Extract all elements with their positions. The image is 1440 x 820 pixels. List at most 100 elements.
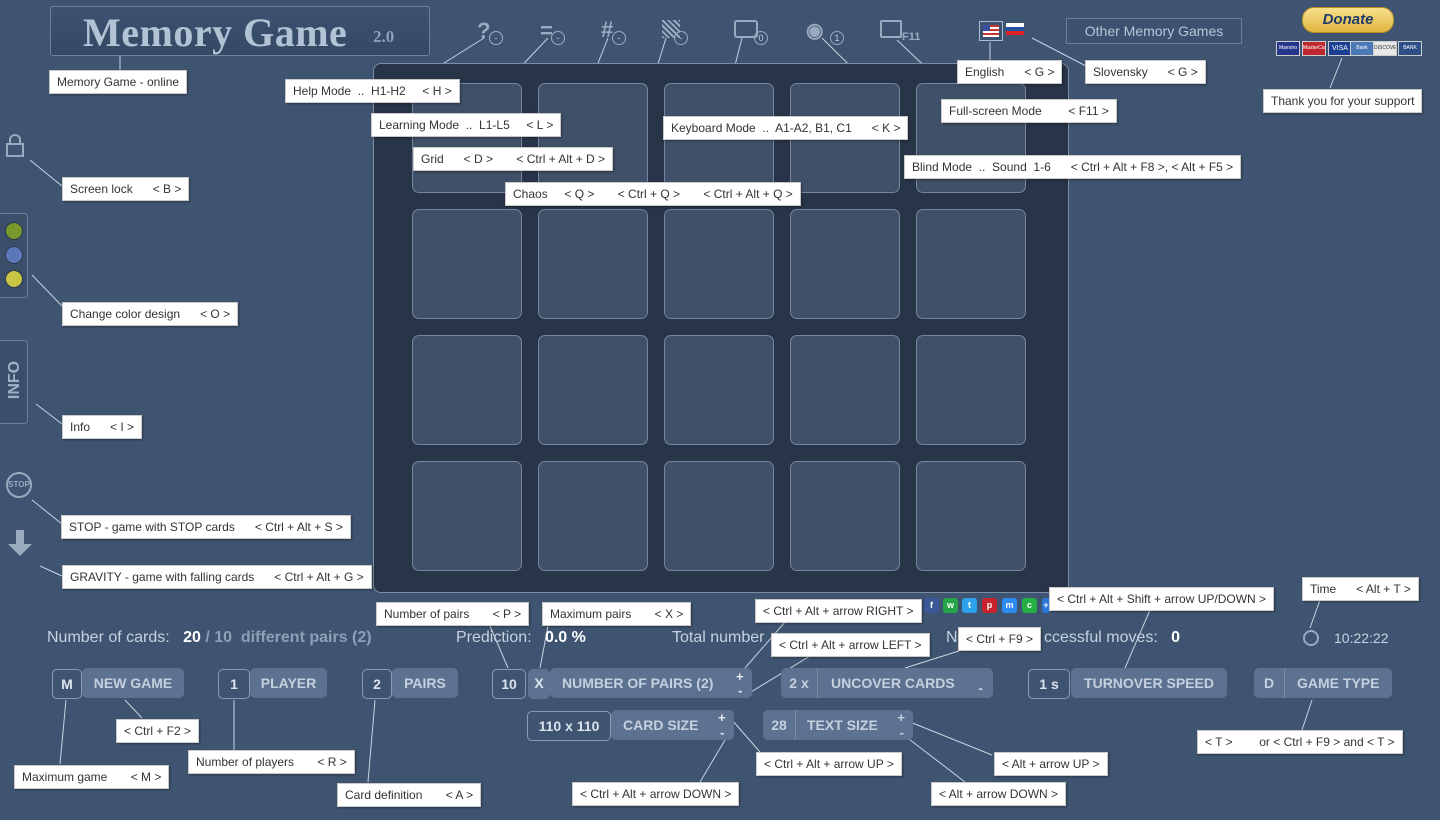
tip-arrow-down: < Ctrl + Alt + arrow DOWN >	[572, 782, 740, 806]
title-box[interactable]: Memory Game 2.0	[50, 6, 430, 56]
blue-theme-dot[interactable]	[5, 246, 23, 264]
slovak-flag-icon[interactable]	[1006, 23, 1024, 35]
tip-number-of-pairs: Number of pairs < P >	[376, 602, 530, 626]
player-button[interactable]: PLAYER	[250, 668, 327, 698]
turnover-speed-value[interactable]: 1 s	[1028, 669, 1070, 699]
tip-thank-you: Thank you for your support	[1263, 89, 1423, 113]
keyboard-mode-count: 0	[754, 31, 768, 45]
stop-cards-icon[interactable]: STOP	[6, 472, 32, 498]
tip-chaos: Chaos < Q > < Ctrl + Q > < Ctrl + Alt + …	[505, 182, 801, 206]
tip-info: Info < I >	[62, 415, 143, 439]
grid-mode-sub-icon: -	[612, 31, 626, 45]
blind-mode-icon[interactable]: ◉	[806, 18, 823, 43]
prediction-value: 0.0 %	[544, 629, 586, 646]
text-size-minus-button[interactable]: -	[900, 718, 904, 748]
screen-lock-icon[interactable]	[6, 134, 24, 157]
tip-blind-mode: Blind Mode .. Sound 1-6 < Ctrl + Alt + F…	[904, 155, 1242, 179]
pinterest-icon[interactable]: p	[982, 598, 997, 613]
new-game-button[interactable]: NEW GAME	[82, 668, 184, 698]
tip-fullscreen-mode: Full-screen Mode < F11 >	[941, 99, 1117, 123]
game-type-group[interactable]: D GAME TYPE	[1254, 668, 1392, 698]
memory-card[interactable]	[790, 209, 900, 319]
cards-value: 20	[183, 629, 201, 646]
info-panel[interactable]: INFO	[0, 340, 28, 424]
tip-grid: Grid < D > < Ctrl + Alt + D >	[413, 147, 614, 171]
tip-keyboard-mode: Keyboard Mode .. A1-A2, B1, C1 < K >	[663, 116, 909, 140]
tip-maximum-game: Maximum game < M >	[14, 765, 170, 789]
tip-shift-up-down: < Ctrl + Alt + Shift + arrow UP/DOWN >	[1049, 587, 1275, 611]
other-memory-games-link[interactable]: Other Memory Games	[1066, 18, 1242, 44]
bank-card-icon: Bank	[1350, 41, 1374, 56]
players-value[interactable]: 1	[218, 669, 250, 699]
tip-time: Time < Alt + T >	[1302, 577, 1419, 601]
color-design-panel[interactable]	[0, 213, 28, 298]
total-number-label: Total number	[672, 629, 765, 646]
successful-moves-value: 0	[1171, 629, 1181, 646]
successful-moves-label: ccessful moves:	[1044, 629, 1158, 646]
memory-card[interactable]	[412, 335, 522, 445]
memory-card[interactable]	[916, 335, 1026, 445]
uncover-cards-group[interactable]: 2 x UNCOVER CARDS -	[781, 668, 993, 698]
memory-card[interactable]	[664, 461, 774, 571]
memory-card[interactable]	[412, 209, 522, 319]
card-size-minus-button[interactable]: -	[720, 726, 724, 739]
chaos-mode-sub-icon: -	[674, 31, 688, 45]
facebook-icon[interactable]: f	[924, 598, 939, 613]
messenger-icon[interactable]: m	[1002, 598, 1017, 613]
yellow-theme-dot[interactable]	[5, 270, 23, 288]
memory-card[interactable]	[916, 209, 1026, 319]
number-of-pairs-button[interactable]: NUMBER OF PAIRS (2)	[550, 668, 752, 698]
number-of-pairs-value[interactable]: 10	[492, 669, 526, 699]
whatsapp-icon[interactable]: w	[943, 598, 958, 613]
memory-card[interactable]	[664, 335, 774, 445]
tip-slovensky: Slovensky < G >	[1085, 60, 1206, 84]
info-label: INFO	[6, 360, 24, 400]
cards-label: Number of cards:	[47, 629, 170, 646]
card-size-value[interactable]: 110 x 110	[527, 711, 611, 741]
wechat-icon[interactable]: c	[1022, 598, 1037, 613]
pairs-count-value[interactable]: 2	[362, 669, 392, 699]
number-of-cards-stat: Number of cards: 20 / 10 different pairs…	[47, 629, 372, 647]
text-size-label: TEXT SIZE	[807, 717, 878, 733]
tip-learning-mode: Learning Mode .. L1-L5 < L >	[371, 113, 562, 137]
monitor-icon[interactable]	[880, 20, 902, 38]
pairs-button[interactable]: PAIRS	[392, 668, 458, 698]
game-type-value: D	[1254, 668, 1285, 698]
prediction-stat: Prediction: 0.0 %	[456, 629, 586, 647]
memory-card[interactable]	[538, 461, 648, 571]
green-theme-dot[interactable]	[5, 222, 23, 240]
learning-mode-sub-icon: -	[551, 31, 565, 45]
memory-card[interactable]	[790, 461, 900, 571]
twitter-icon[interactable]: t	[962, 598, 977, 613]
memory-card[interactable]	[664, 209, 774, 319]
uncover-minus-button[interactable]: -	[978, 673, 983, 703]
memory-card[interactable]	[790, 335, 900, 445]
memory-card[interactable]	[916, 461, 1026, 571]
card-size-plus-button[interactable]: +	[718, 711, 726, 724]
memory-card[interactable]	[538, 209, 648, 319]
card-size-button[interactable]: CARD SIZE	[611, 710, 734, 740]
text-size-value: 28	[763, 710, 796, 740]
game-type-label: GAME TYPE	[1297, 675, 1380, 691]
discover-card-icon: DISCOVER	[1373, 41, 1397, 56]
max-game-button[interactable]: M	[52, 669, 82, 699]
tip-maximum-pairs: Maximum pairs < X >	[542, 602, 692, 626]
pairs-minus-button[interactable]: -	[738, 684, 742, 697]
english-flag-icon[interactable]	[979, 21, 1003, 41]
bank-transfer-icon: BANK	[1398, 41, 1422, 56]
memory-card[interactable]	[412, 461, 522, 571]
turnover-speed-button[interactable]: TURNOVER SPEED	[1071, 668, 1227, 698]
donate-button[interactable]: Donate	[1302, 7, 1394, 33]
successful-moves-prefix: N	[946, 629, 958, 646]
memory-card[interactable]	[538, 83, 648, 193]
gravity-arrow-icon[interactable]	[4, 530, 38, 562]
pairs-label: different pairs (2)	[240, 629, 372, 646]
max-pairs-button[interactable]: X	[528, 669, 550, 699]
pairs-plus-button[interactable]: +	[736, 670, 744, 683]
tip-arrow-left: < Ctrl + Alt + arrow LEFT >	[771, 633, 930, 657]
memory-card[interactable]	[538, 335, 648, 445]
app-version: 2.0	[373, 27, 395, 46]
text-size-group[interactable]: 28 TEXT SIZE + -	[763, 710, 913, 740]
tip-english: English < G >	[957, 60, 1063, 84]
prediction-label: Prediction:	[456, 629, 532, 646]
